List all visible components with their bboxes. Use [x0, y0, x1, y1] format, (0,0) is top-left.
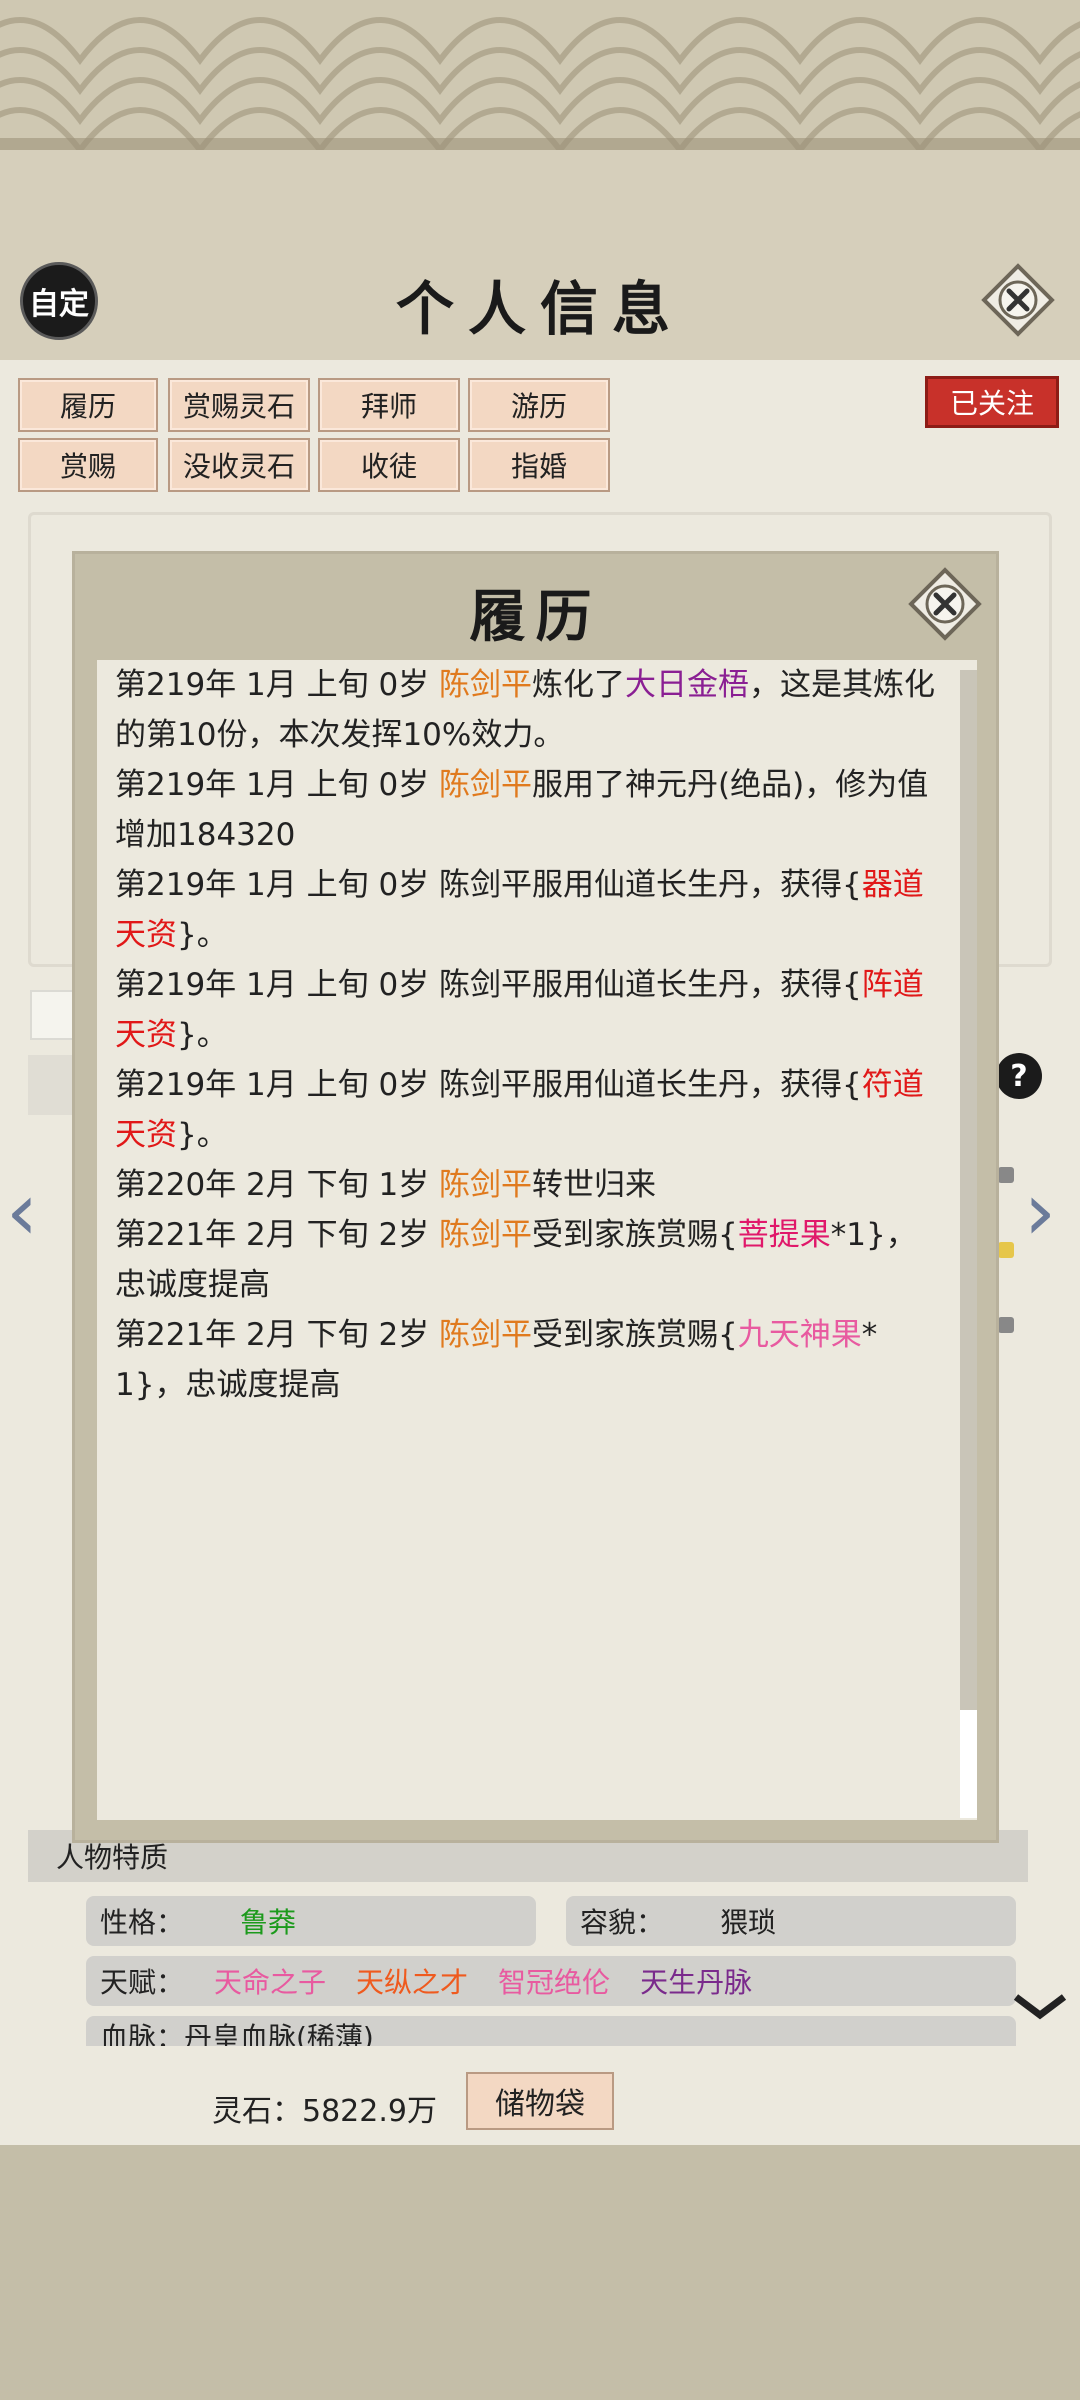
- log-text: 第219年 1月 上旬 0岁: [115, 667, 440, 703]
- log-text: }。: [177, 1017, 228, 1053]
- talent-row: 天赋： 天命之子 天纵之才 智冠绝伦 天生丹脉: [86, 1956, 1016, 2006]
- close-icon: [908, 567, 982, 641]
- log-highlight: 陈剑平: [439, 1167, 533, 1203]
- tab-reward-spirit-stone[interactable]: 赏赐灵石: [168, 378, 310, 432]
- bloodline-row: 血脉：丹皇血脉(稀薄): [86, 2016, 1016, 2046]
- log-text: 第219年 1月 上旬 0岁 陈剑平服用仙道长生丹，获得{: [115, 867, 862, 903]
- tab-arrange-marriage[interactable]: 指婚: [468, 438, 610, 492]
- tab-confiscate-spirit-stone[interactable]: 没收灵石: [168, 438, 310, 492]
- log-text: 第219年 1月 上旬 0岁 陈剑平服用仙道长生丹，获得{: [115, 967, 862, 1003]
- log-highlight: 九天神果: [737, 1317, 862, 1353]
- scrollbar-thumb[interactable]: [960, 1710, 977, 1818]
- resume-log-area[interactable]: 第219年 1月 上旬 0岁 陈剑平炼化了大日金梧，这是其炼化的第10份，本次发…: [97, 660, 977, 1820]
- talent-label: 天赋：: [100, 1966, 185, 1999]
- indicator-dot: [998, 1317, 1014, 1333]
- log-text: }。: [177, 1117, 228, 1153]
- log-text: 第221年 2月 下旬 2岁: [115, 1317, 440, 1353]
- log-text: 炼化了: [532, 667, 626, 703]
- close-button[interactable]: [980, 262, 1056, 338]
- modal-title: 履历: [469, 584, 602, 650]
- indicator-dot: [998, 1167, 1014, 1183]
- bottom-band: [0, 2145, 1080, 2400]
- page-title: 个人信息: [395, 275, 684, 343]
- personality-row: 性格： 鲁莽: [86, 1896, 536, 1946]
- log-entry: 第219年 1月 上旬 0岁 陈剑平服用仙道长生丹，获得{器道天资}。: [115, 860, 940, 960]
- log-highlight: 陈剑平: [439, 1317, 533, 1353]
- talent-item: 智冠绝伦: [498, 1966, 611, 1999]
- log-text: 第221年 2月 下旬 2岁: [115, 1217, 440, 1253]
- log-highlight: 陈剑平: [439, 667, 533, 703]
- tab-travel[interactable]: 游历: [468, 378, 610, 432]
- log-entry: 第221年 2月 下旬 2岁 陈剑平受到家族赏赐{菩提果*1}，忠诚度提高: [115, 1210, 940, 1310]
- log-text: 受到家族赏赐{: [532, 1217, 738, 1253]
- talent-item: 天纵之才: [356, 1966, 469, 1999]
- appearance-row: 容貌： 猥琐: [566, 1896, 1016, 1946]
- arrow-left-icon[interactable]: ‹: [6, 1165, 38, 1258]
- chevron-down-icon[interactable]: [1012, 1985, 1068, 2031]
- decorative-cloud-band: [0, 0, 1080, 150]
- log-entry: 第219年 1月 上旬 0岁 陈剑平服用了神元丹(绝品)，修为值增加184320: [115, 760, 940, 860]
- bloodline-text: 血脉：丹皇血脉(稀薄): [100, 2021, 374, 2046]
- talent-item: 天生丹脉: [640, 1966, 753, 1999]
- log-entry: 第221年 2月 下旬 2岁 陈剑平受到家族赏赐{九天神果*1}，忠诚度提高: [115, 1310, 940, 1410]
- tab-reward[interactable]: 赏赐: [18, 438, 158, 492]
- modal-close-button[interactable]: [907, 566, 983, 642]
- tab-resume[interactable]: 履历: [18, 378, 158, 432]
- log-entry: 第220年 2月 下旬 1岁 陈剑平转世归来: [115, 1160, 940, 1210]
- log-highlight: 菩提果: [737, 1217, 831, 1253]
- log-text: 受到家族赏赐{: [532, 1317, 738, 1353]
- resume-log: 第219年 1月 上旬 0岁 陈剑平炼化了大日金梧，这是其炼化的第10份，本次发…: [115, 660, 940, 1410]
- indicator-dot: [998, 1242, 1014, 1258]
- personality-value: 鲁莽: [240, 1906, 297, 1939]
- spirit-stone-balance: 灵石：5822.9万: [212, 2094, 437, 2129]
- close-icon: [981, 263, 1055, 337]
- arrow-right-icon[interactable]: ›: [1024, 1165, 1056, 1258]
- storage-bag-button[interactable]: 储物袋: [466, 2072, 614, 2130]
- tab-apprentice[interactable]: 拜师: [318, 378, 460, 432]
- log-text: 第219年 1月 上旬 0岁: [115, 767, 440, 803]
- log-text: 转世归来: [532, 1167, 657, 1203]
- cloud-pattern: [0, 17, 1080, 150]
- log-highlight: 陈剑平: [439, 1217, 533, 1253]
- appearance-value: 猥琐: [720, 1906, 777, 1939]
- scrollbar-track[interactable]: [960, 670, 977, 1818]
- resume-modal: 履历 第219年 1月 上旬 0岁 陈剑平炼化了大日金梧，这是其炼化的第10份，…: [72, 551, 999, 1843]
- log-entry: 第219年 1月 上旬 0岁 陈剑平炼化了大日金梧，这是其炼化的第10份，本次发…: [115, 660, 940, 760]
- appearance-label: 容貌：: [580, 1906, 665, 1939]
- personality-label: 性格：: [100, 1906, 185, 1939]
- talent-item: 天命之子: [214, 1966, 327, 1999]
- log-entry: 第219年 1月 上旬 0岁 陈剑平服用仙道长生丹，获得{阵道天资}。: [115, 960, 940, 1060]
- log-text: }。: [177, 917, 228, 953]
- log-text: 第220年 2月 下旬 1岁: [115, 1167, 440, 1203]
- log-text: 第219年 1月 上旬 0岁 陈剑平服用仙道长生丹，获得{: [115, 1067, 862, 1103]
- log-entry: 第219年 1月 上旬 0岁 陈剑平服用仙道长生丹，获得{符道天资}。: [115, 1060, 940, 1160]
- help-icon[interactable]: ?: [996, 1053, 1042, 1099]
- log-highlight: 大日金梧: [625, 667, 750, 703]
- log-highlight: 陈剑平: [439, 767, 533, 803]
- tab-take-disciple[interactable]: 收徒: [318, 438, 460, 492]
- follow-button[interactable]: 已关注: [925, 376, 1059, 428]
